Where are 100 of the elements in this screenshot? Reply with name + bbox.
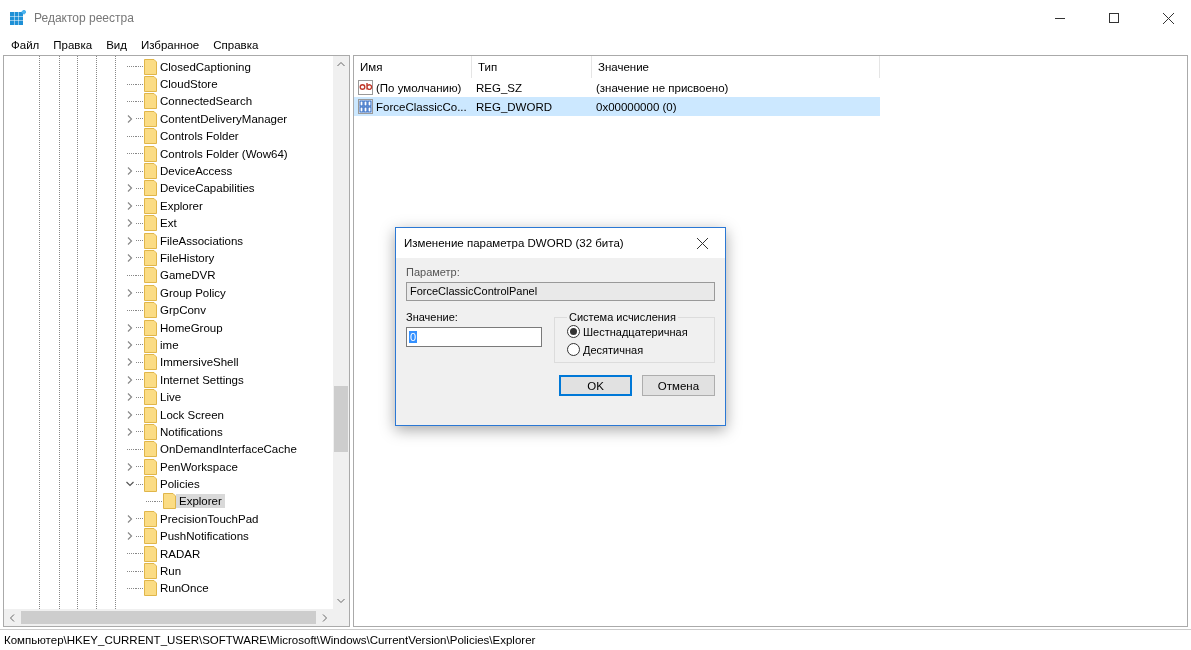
tree-item[interactable]: CloudStore	[157, 77, 221, 92]
tree-item[interactable]: Ext	[157, 216, 180, 231]
cancel-button[interactable]: Отмена	[642, 375, 715, 396]
value-name-cell[interactable]: (По умолчанию)	[354, 78, 472, 97]
menu-item[interactable]: Вид	[99, 36, 134, 54]
tree-item[interactable]: FileAssociations	[157, 233, 247, 248]
tree-item[interactable]: Run	[157, 564, 185, 578]
scrollbar-thumb[interactable]	[21, 611, 316, 624]
tree-item[interactable]: ime	[157, 337, 182, 352]
folder-icon	[144, 232, 157, 249]
tree-item[interactable]: FileHistory	[157, 251, 218, 265]
folder-icon	[144, 93, 157, 110]
tree-item[interactable]: Lock Screen	[157, 407, 227, 422]
registry-app-icon	[10, 10, 26, 26]
folder-icon	[144, 510, 157, 527]
ok-button[interactable]: OK	[559, 375, 632, 396]
field-label: Значение:	[406, 311, 459, 323]
folder-icon	[144, 284, 157, 301]
folder-icon	[144, 406, 157, 423]
group-title: Система исчисления	[568, 311, 677, 323]
folder-icon	[144, 267, 157, 284]
tree-item[interactable]: Explorer	[157, 198, 206, 213]
close-icon	[1162, 12, 1174, 24]
folder-icon	[144, 76, 157, 93]
tree-item[interactable]: DeviceCapabilities	[157, 181, 258, 196]
folder-icon	[144, 441, 157, 458]
maximize-icon	[1109, 13, 1119, 23]
scrollbar-thumb[interactable]	[334, 386, 348, 452]
column-header[interactable]: Значение	[592, 56, 880, 78]
folder-icon	[144, 389, 157, 406]
scroll-right-icon[interactable]	[321, 613, 329, 622]
string-value-icon	[358, 80, 373, 95]
table-cell: REG_DWORD	[472, 97, 592, 116]
field-label: Параметр:	[406, 266, 461, 278]
scroll-up-icon[interactable]	[337, 60, 345, 68]
menu-item[interactable]: Файл	[4, 36, 47, 54]
folder-icon	[144, 476, 157, 493]
folder-icon	[144, 250, 157, 266]
table-cell: 0x00000000 (0)	[592, 97, 880, 116]
status-path: Компьютер\HKEY_CURRENT_USER\SOFTWARE\Microsoft\Windows\CurrentVersion\Policies\Explorer	[4, 634, 536, 646]
tree-item[interactable]: ImmersiveShell	[157, 355, 242, 370]
radio-option[interactable]: Десятичная	[567, 343, 702, 356]
scroll-left-icon[interactable]	[8, 613, 16, 622]
horizontal-scrollbar[interactable]	[4, 609, 333, 626]
radio-button[interactable]	[567, 325, 580, 338]
value-name-cell[interactable]: ForceClassicCo...	[354, 97, 472, 116]
chevron-down-icon[interactable]	[126, 480, 134, 489]
tree-item[interactable]: HomeGroup	[157, 320, 226, 335]
folder-icon	[144, 145, 157, 162]
scroll-down-icon[interactable]	[337, 597, 345, 605]
tree-item[interactable]: Notifications	[157, 424, 226, 439]
tree-item[interactable]: Internet Settings	[157, 372, 247, 387]
column-header[interactable]: Тип	[472, 56, 592, 78]
tree-item[interactable]: ContentDeliveryManager	[157, 111, 291, 126]
tree-item[interactable]: Controls Folder (Wow64)	[157, 146, 291, 161]
tree-item[interactable]: Explorer	[176, 494, 225, 509]
folder-icon	[144, 528, 157, 545]
value-name: ForceClassicCo...	[376, 100, 467, 113]
chevron-right-icon[interactable]	[126, 254, 134, 262]
tree-item[interactable]: GameDVR	[157, 268, 219, 283]
vertical-scrollbar[interactable]	[333, 56, 349, 609]
folder-icon	[144, 110, 157, 127]
tree-item[interactable]: ClosedCaptioning	[157, 59, 254, 74]
tree-item[interactable]: DeviceAccess	[157, 164, 236, 179]
tree-item[interactable]: Controls Folder	[157, 129, 242, 144]
folder-icon	[144, 197, 157, 214]
tree-item[interactable]: Policies	[157, 477, 203, 492]
menu-item[interactable]: Избранное	[133, 36, 207, 54]
tree-item[interactable]: PenWorkspace	[157, 459, 241, 474]
tree-item[interactable]: OnDemandInterfaceCache	[157, 442, 300, 457]
folder-icon	[144, 58, 157, 75]
chevron-right-icon[interactable]	[126, 462, 134, 471]
folder-icon	[144, 319, 157, 336]
menu-item[interactable]: Справка	[206, 36, 266, 54]
folder-icon	[144, 371, 157, 388]
tree-item[interactable]: Live	[157, 390, 185, 405]
folder-icon	[144, 354, 157, 371]
table-cell-text: REG_SZ	[475, 80, 523, 96]
radio-button[interactable]	[567, 343, 580, 356]
tree-item[interactable]: RunOnce	[157, 581, 212, 596]
chevron-right-icon[interactable]	[126, 114, 134, 123]
binary-value-icon	[358, 99, 373, 114]
tree-item[interactable]: PrecisionTouchPad	[157, 511, 262, 526]
tree-item[interactable]: ConnectedSearch	[157, 94, 256, 109]
folder-icon	[144, 580, 157, 597]
tree-item[interactable]: Group Policy	[157, 285, 229, 300]
folder-icon	[144, 302, 157, 319]
column-header[interactable]: Имя	[354, 56, 472, 78]
parameter-field[interactable]: ForceClassicControlPanel	[406, 282, 715, 301]
folder-icon	[144, 163, 157, 180]
close-icon	[696, 237, 708, 249]
tree-item[interactable]: PushNotifications	[157, 529, 252, 544]
menu-item[interactable]: Правка	[46, 36, 100, 54]
tree-item[interactable]: RADAR	[157, 546, 204, 561]
folder-icon	[144, 545, 157, 562]
radio-option[interactable]: Шестнадцатеричная	[567, 325, 702, 338]
folder-icon	[144, 128, 157, 145]
folder-icon	[144, 336, 157, 353]
tree-item[interactable]: GrpConv	[157, 303, 210, 318]
chevron-right-icon[interactable]	[126, 288, 134, 297]
